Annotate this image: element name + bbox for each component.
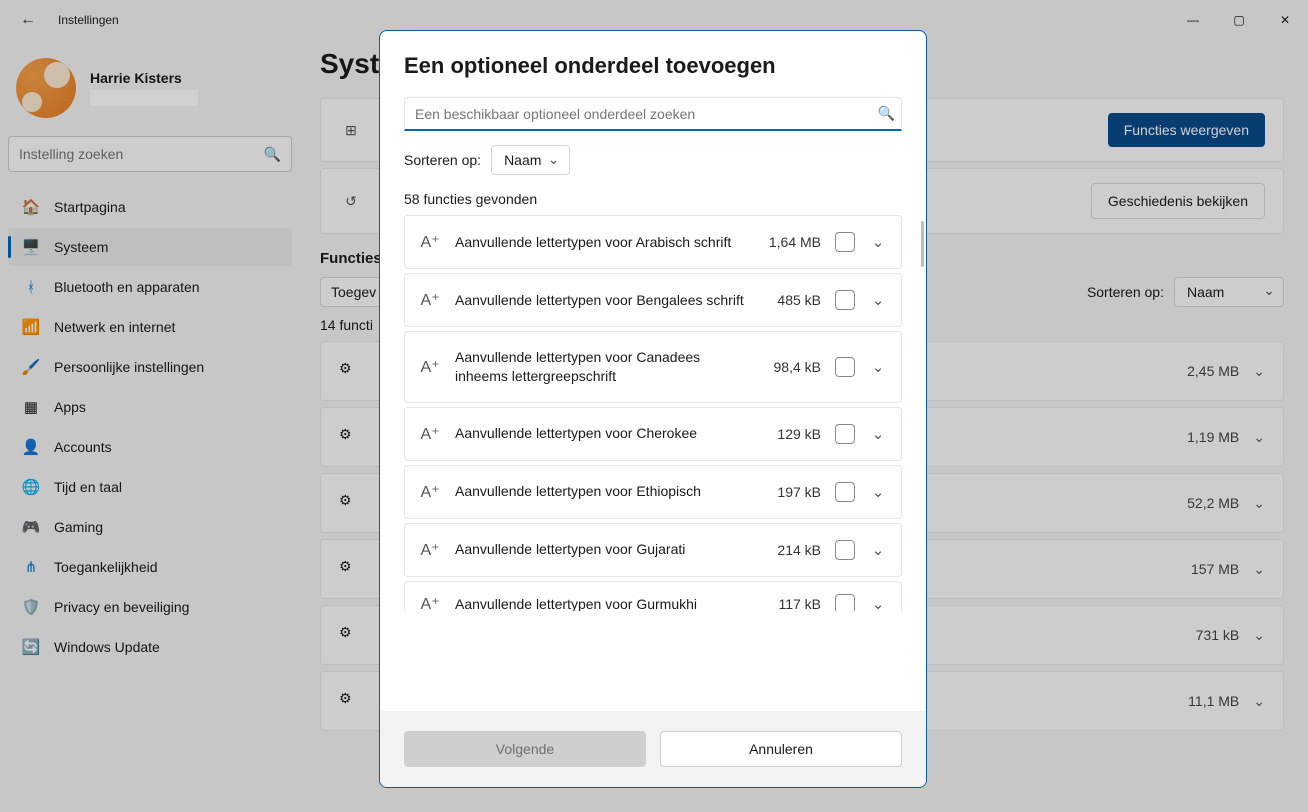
font-icon: A⁺	[419, 424, 441, 444]
font-icon: A⁺	[419, 357, 441, 377]
optional-feature-row[interactable]: A⁺ Aanvullende lettertypen voor Canadees …	[404, 331, 902, 403]
results-count: 58 functies gevonden	[404, 191, 902, 207]
dialog-title: Een optioneel onderdeel toevoegen	[404, 53, 902, 79]
feature-checkbox[interactable]	[835, 290, 855, 310]
optional-feature-row[interactable]: A⁺ Aanvullende lettertypen voor Cherokee 1…	[404, 407, 902, 461]
chevron-down-icon[interactable]: ⌄	[869, 541, 887, 559]
chevron-down-icon[interactable]: ⌄	[869, 291, 887, 309]
feature-label: Aanvullende lettertypen voor Gurmukhi	[455, 595, 745, 611]
feature-checkbox[interactable]	[835, 594, 855, 611]
search-icon: 🔍	[878, 105, 895, 122]
font-icon: A⁺	[419, 594, 441, 611]
feature-label: Aanvullende lettertypen voor Ethiopisch	[455, 482, 745, 501]
cancel-button[interactable]: Annuleren	[660, 731, 902, 767]
feature-size: 1,64 MB	[759, 234, 821, 250]
next-button[interactable]: Volgende	[404, 731, 646, 767]
feature-checkbox[interactable]	[835, 424, 855, 444]
font-icon: A⁺	[419, 232, 441, 252]
feature-label: Aanvullende lettertypen voor Canadees in…	[455, 348, 745, 386]
font-icon: A⁺	[419, 482, 441, 502]
feature-size: 129 kB	[759, 426, 821, 442]
feature-list: A⁺ Aanvullende lettertypen voor Arabisch …	[380, 215, 926, 711]
chevron-down-icon[interactable]: ⌄	[869, 425, 887, 443]
feature-size: 485 kB	[759, 292, 821, 308]
feature-checkbox[interactable]	[835, 540, 855, 560]
optional-feature-row[interactable]: A⁺ Aanvullende lettertypen voor Ethiopisc…	[404, 465, 902, 519]
feature-checkbox[interactable]	[835, 232, 855, 252]
chevron-down-icon[interactable]: ⌄	[869, 595, 887, 611]
feature-label: Aanvullende lettertypen voor Gujarati	[455, 540, 745, 559]
dialog-search[interactable]: 🔍	[404, 97, 902, 131]
dialog-sort-label: Sorteren op:	[404, 152, 481, 168]
chevron-down-icon[interactable]: ⌄	[869, 233, 887, 251]
optional-feature-row[interactable]: A⁺ Aanvullende lettertypen voor Arabisch …	[404, 215, 902, 269]
feature-label: Aanvullende lettertypen voor Bengalees s…	[455, 291, 745, 310]
scrollbar-thumb[interactable]	[921, 221, 924, 267]
dialog-sort-select[interactable]: Naam	[491, 145, 570, 175]
feature-label: Aanvullende lettertypen voor Arabisch sc…	[455, 233, 745, 252]
feature-size: 197 kB	[759, 484, 821, 500]
add-optional-feature-dialog: Een optioneel onderdeel toevoegen 🔍 Sort…	[379, 30, 927, 788]
font-icon: A⁺	[419, 290, 441, 310]
dialog-search-input[interactable]	[415, 106, 878, 122]
feature-label: Aanvullende lettertypen voor Cherokee	[455, 424, 745, 443]
font-icon: A⁺	[419, 540, 441, 560]
feature-size: 117 kB	[759, 596, 821, 611]
feature-size: 214 kB	[759, 542, 821, 558]
optional-feature-row[interactable]: A⁺ Aanvullende lettertypen voor Bengalees…	[404, 273, 902, 327]
feature-checkbox[interactable]	[835, 482, 855, 502]
chevron-down-icon[interactable]: ⌄	[869, 483, 887, 501]
chevron-down-icon[interactable]: ⌄	[869, 358, 887, 376]
dialog-footer: Volgende Annuleren	[380, 711, 926, 787]
feature-checkbox[interactable]	[835, 357, 855, 377]
feature-size: 98,4 kB	[759, 359, 821, 375]
optional-feature-row[interactable]: A⁺ Aanvullende lettertypen voor Gujarati 2…	[404, 523, 902, 577]
optional-feature-row[interactable]: A⁺ Aanvullende lettertypen voor Gurmukhi 1…	[404, 581, 902, 611]
